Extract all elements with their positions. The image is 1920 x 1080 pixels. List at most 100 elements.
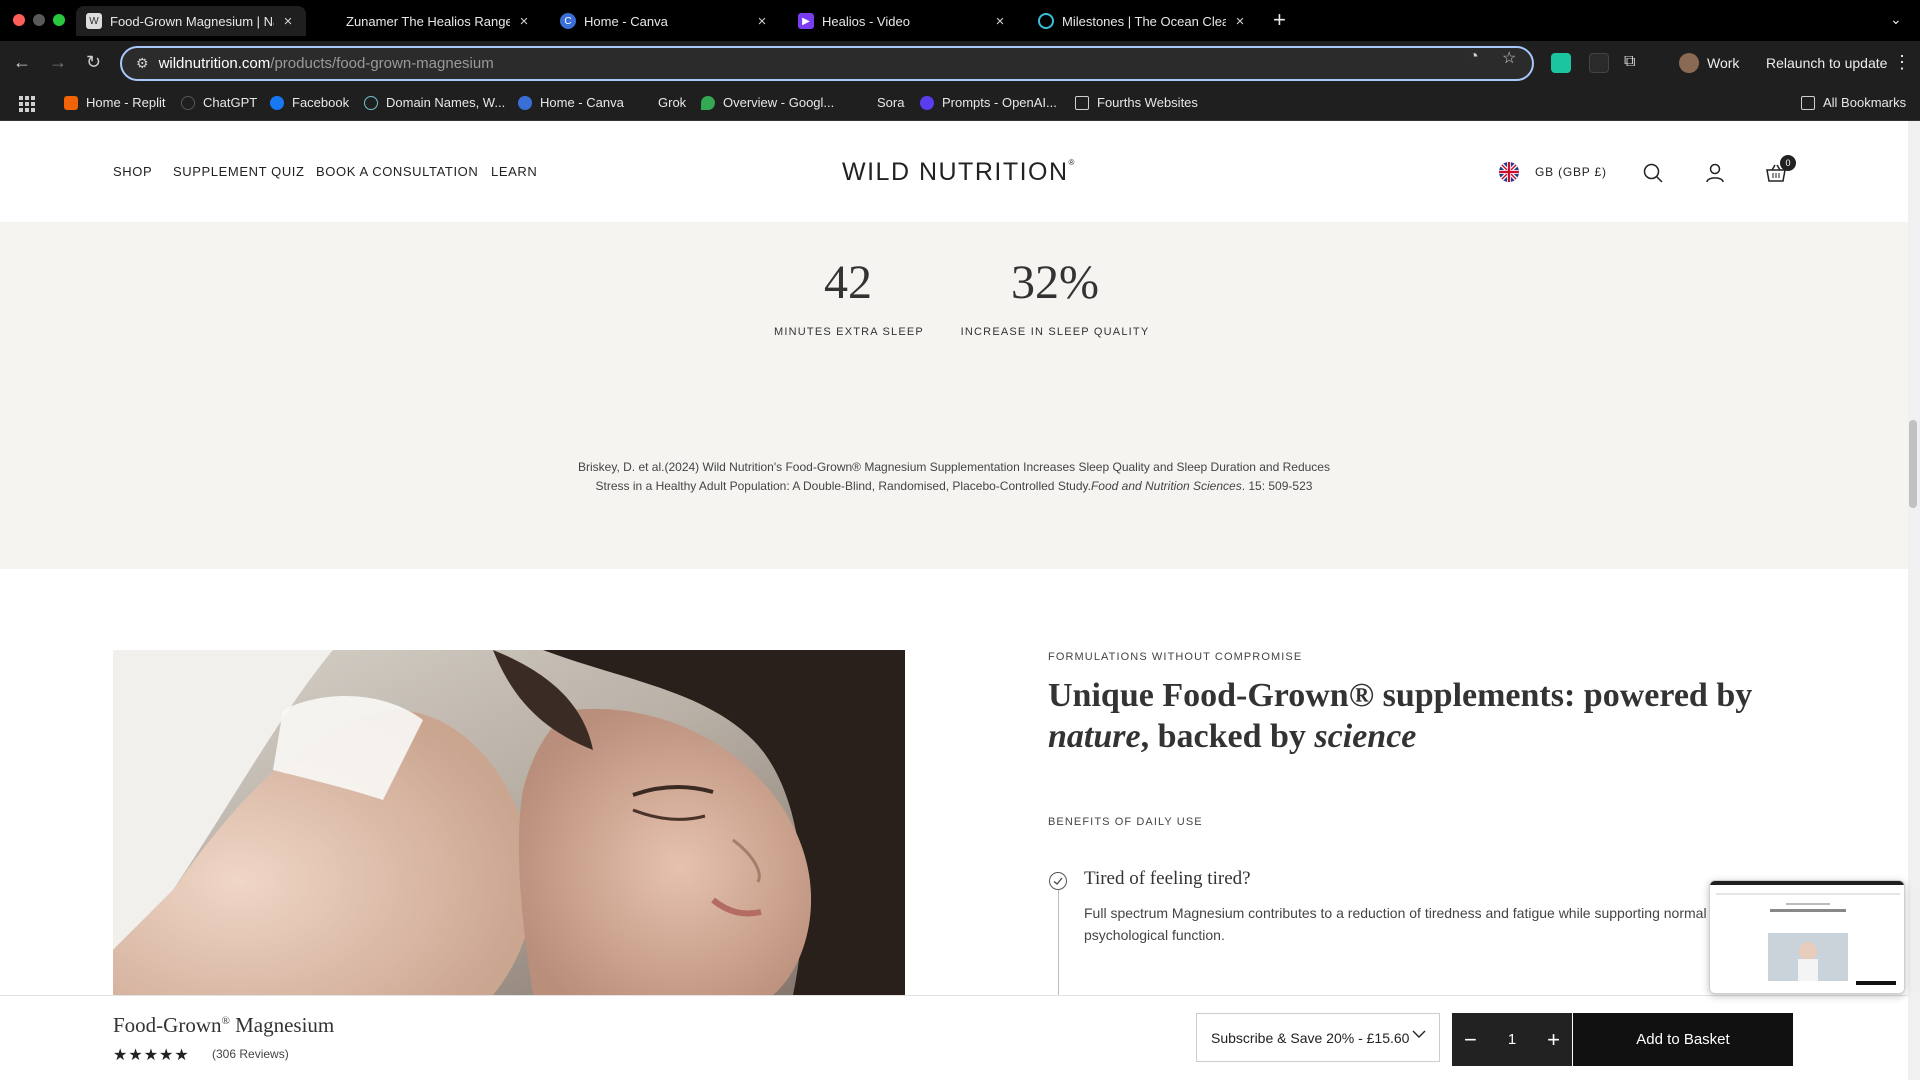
back-arrow-icon[interactable]: ← [13, 52, 31, 72]
study-citation: Briskey, D. et al.(2024) Wild Nutrition'… [560, 458, 1348, 496]
citation-journal: Food and Nutrition Sciences [1090, 479, 1242, 493]
performance-icon[interactable]: ◔ [1469, 48, 1479, 66]
extensions-puzzle-icon[interactable]: ⧉ [1624, 53, 1644, 73]
uk-flag-icon[interactable] [1499, 162, 1519, 182]
benefit-timeline-line [1058, 886, 1059, 996]
account-icon[interactable] [1703, 161, 1727, 185]
site-header: SHOP SUPPLEMENT QUIZ BOOK A CONSULTATION… [0, 121, 1908, 222]
bookmark-chatgpt[interactable]: ChatGPT [181, 95, 257, 110]
more-menu-icon[interactable]: ⋮ [1893, 52, 1911, 73]
page-scrollbar-track[interactable] [1908, 121, 1920, 1080]
canva-icon [518, 95, 532, 110]
headline-part: , backed by [1140, 718, 1315, 755]
reload-icon[interactable]: ↻ [86, 52, 101, 72]
bookmark-overview-google[interactable]: Overview - Googl... [701, 95, 834, 110]
bookmark-label: Domain Names, W... [386, 95, 506, 110]
profile-button[interactable]: Work [1679, 53, 1739, 73]
prompts-icon [920, 95, 934, 110]
stat-extra-sleep-label: MINUTES EXTRA SLEEP [774, 326, 924, 338]
bookmark-label: Sora [877, 95, 905, 110]
decrease-quantity-button[interactable]: − [1464, 1028, 1477, 1051]
picture-in-picture-preview[interactable] [1709, 880, 1905, 994]
bookmark-facebook[interactable]: Facebook [270, 95, 349, 110]
formulations-eyebrow: FORMULATIONS WITHOUT COMPROMISE [1048, 651, 1303, 663]
headline-emphasis-nature: nature [1048, 718, 1141, 755]
rating-stars: ★★★★★ [113, 1047, 190, 1064]
close-tab-icon[interactable]: × [1232, 13, 1248, 30]
forward-arrow-icon[interactable]: → [49, 52, 67, 72]
bookmark-label: ChatGPT [203, 95, 258, 110]
apps-grid-icon[interactable] [19, 96, 35, 112]
bookmark-home-replit[interactable]: Home - Replit [64, 95, 165, 110]
reviews-count-link[interactable]: (306 Reviews) [212, 1047, 289, 1061]
tab-healios-video[interactable]: ▶ Healios - Video × [788, 6, 1018, 36]
sleeping-woman-photo [113, 650, 905, 995]
bookmark-folder-fourths-websites[interactable]: Fourths Websites [1075, 95, 1198, 110]
stat-extra-sleep-value: 42 [824, 256, 872, 309]
bookmark-star-icon[interactable]: ☆ [1502, 48, 1516, 68]
tab-title: Zunamer The Healios Range [346, 13, 510, 29]
extension-green-icon[interactable] [1551, 53, 1571, 73]
tab-ocean-cleanup[interactable]: Milestones | The Ocean Clean × [1028, 6, 1258, 36]
benefits-eyebrow: BENEFITS OF DAILY USE [1048, 816, 1203, 828]
nav-book-consultation[interactable]: BOOK A CONSULTATION [316, 164, 478, 179]
benefit-description: Full spectrum Magnesium contributes to a… [1084, 905, 1707, 943]
tab-title: Home - Canva [584, 13, 668, 29]
increase-quantity-button[interactable]: + [1547, 1028, 1560, 1051]
domain-icon [364, 95, 378, 110]
tab-home-canva[interactable]: C Home - Canva × [550, 6, 780, 36]
chevron-down-icon [1411, 1026, 1427, 1045]
url-path: /products/food-grown-magnesium [270, 55, 494, 72]
add-to-basket-button[interactable]: Add to Basket [1573, 1013, 1793, 1066]
bookmark-prompts-openai[interactable]: Prompts - OpenAI... [920, 95, 1057, 110]
maximize-window-button[interactable] [53, 14, 65, 26]
bookmark-grok[interactable]: Grok [636, 95, 686, 110]
page-scrollbar-thumb[interactable] [1909, 420, 1917, 508]
all-bookmarks-folder[interactable]: All Bookmarks [1801, 95, 1906, 110]
locale-selector[interactable]: GB (GBP £) [1535, 165, 1607, 179]
site-logo[interactable]: WILD NUTRITION® [842, 158, 1076, 187]
sora-icon [855, 95, 869, 110]
extension-pen-icon[interactable] [1589, 53, 1609, 73]
address-bar[interactable]: ⚙ wildnutrition.com /products/food-grown… [120, 46, 1534, 81]
minimize-window-button[interactable] [33, 14, 45, 26]
bookmark-label: Facebook [292, 95, 350, 110]
search-icon[interactable] [1641, 161, 1665, 185]
grok-icon [636, 95, 650, 110]
relaunch-button[interactable]: Relaunch to update [1766, 55, 1887, 71]
nav-shop[interactable]: SHOP [113, 164, 152, 179]
close-window-button[interactable] [13, 14, 25, 26]
tab-title: Food-Grown Magnesium | Nat [110, 13, 274, 29]
quantity-value[interactable]: 1 [1508, 1031, 1516, 1048]
new-tab-button[interactable]: + [1273, 8, 1286, 32]
bookmark-label: Overview - Googl... [723, 95, 835, 110]
benefit-title: Tired of feeling tired? [1084, 868, 1251, 889]
folder-icon [1801, 95, 1815, 110]
tab-search-chevron-icon[interactable]: ⌄ [1890, 11, 1902, 28]
nav-supplement-quiz[interactable]: SUPPLEMENT QUIZ [173, 164, 305, 179]
profile-label: Work [1707, 55, 1740, 71]
close-tab-icon[interactable]: × [754, 13, 770, 30]
chatgpt-icon [181, 95, 195, 110]
tab-food-grown-magnesium[interactable]: W Food-Grown Magnesium | Nat × [76, 6, 306, 36]
sleep-study-stats-section: 42 MINUTES EXTRA SLEEP 32% INCREASE IN S… [0, 222, 1908, 569]
nav-learn[interactable]: LEARN [491, 164, 537, 179]
stat-sleep-quality-value: 32% [1011, 256, 1099, 309]
quantity-stepper: − 1 + [1452, 1013, 1572, 1066]
site-info-icon[interactable]: ⚙ [136, 55, 149, 72]
bookmarks-bar: Home - Replit ChatGPT Facebook Domain Na… [0, 87, 1920, 121]
folder-icon [1075, 95, 1089, 110]
close-tab-icon[interactable]: × [516, 13, 532, 30]
bookmark-home-canva[interactable]: Home - Canva [518, 95, 624, 110]
close-tab-icon[interactable]: × [992, 13, 1008, 30]
product-name-text: Food-Grown [113, 1013, 222, 1037]
bookmark-sora[interactable]: Sora [855, 95, 904, 110]
facebook-icon [270, 95, 284, 110]
close-tab-icon[interactable]: × [280, 13, 296, 30]
subscription-select[interactable]: Subscribe & Save 20% - £15.60 [1196, 1013, 1440, 1062]
bookmark-label: Fourths Websites [1097, 95, 1198, 110]
bookmark-label: All Bookmarks [1823, 95, 1907, 110]
bookmark-domain-names[interactable]: Domain Names, W... [364, 95, 505, 110]
bookmark-label: Prompts - OpenAI... [942, 95, 1057, 110]
tab-healios-range[interactable]: Zunamer The Healios Range × [312, 6, 542, 36]
